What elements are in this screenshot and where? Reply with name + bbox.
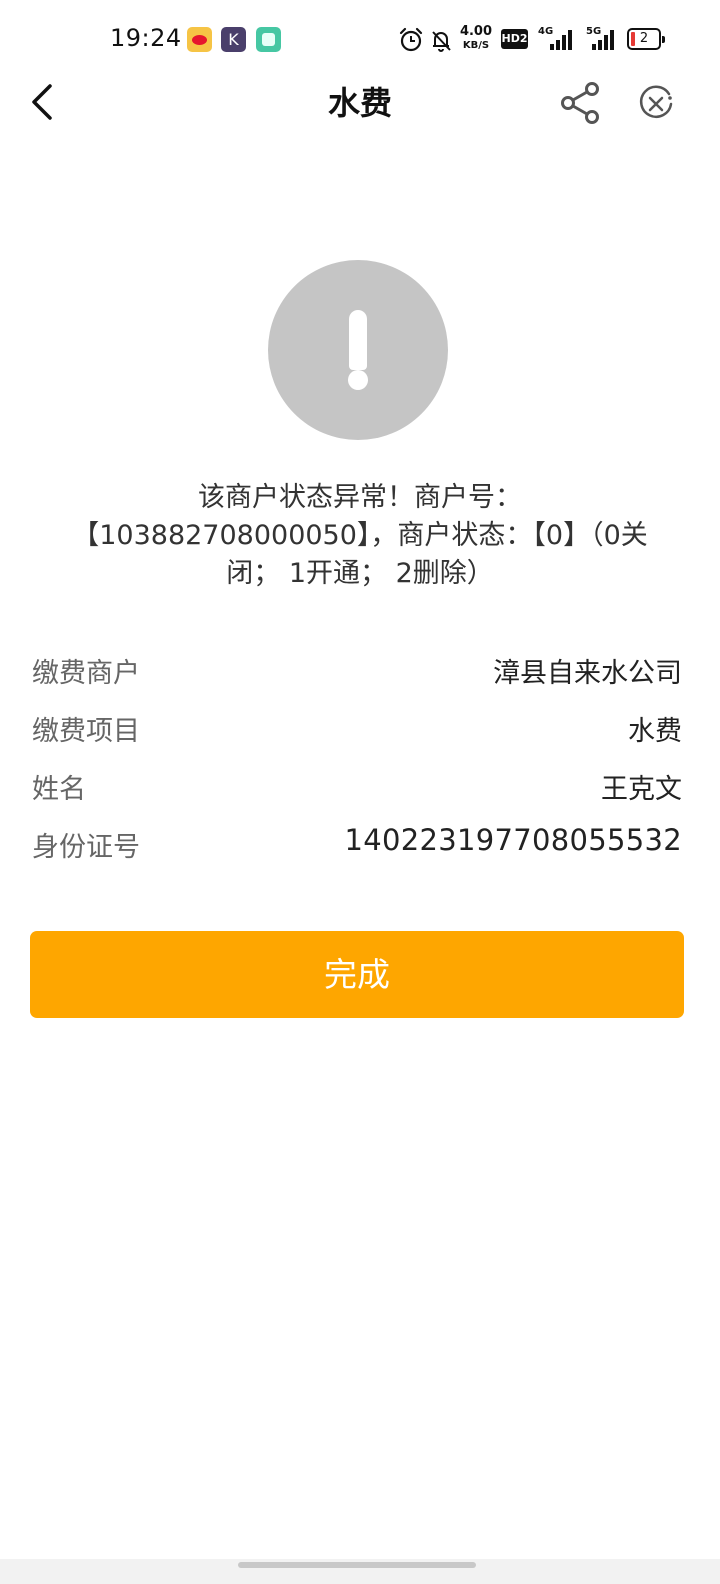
net-speed: 4.00 KB/S	[458, 25, 494, 53]
share-icon	[561, 82, 599, 124]
close-button[interactable]	[636, 84, 676, 124]
payment-info-list: 缴费商户 漳县自来水公司 缴费项目 水费 姓名 王克文 身份证号 1402231…	[32, 643, 682, 875]
weibo-icon	[187, 27, 212, 52]
mute-bell-icon	[432, 31, 451, 52]
battery-icon: 2	[627, 28, 665, 50]
warning-icon	[268, 260, 448, 440]
done-button[interactable]: 完成	[30, 931, 684, 1018]
info-value: 王克文	[601, 774, 682, 805]
error-message-line-2: 【103882708000050】，商户状态：【0】（0关	[72, 520, 648, 551]
signal-5g-label: 5G	[586, 26, 602, 37]
info-label: 姓名	[32, 774, 86, 805]
info-label: 身份证号	[32, 832, 140, 863]
info-row-item: 缴费项目 水费	[32, 701, 682, 759]
battery-level: 2	[639, 31, 649, 46]
hd-badge: HD2	[501, 29, 528, 49]
exclamation-icon	[349, 310, 367, 370]
info-label: 缴费商户	[32, 658, 140, 689]
signal-5g-icon: 5G	[580, 26, 614, 52]
error-message-line-1: 该商户状态异常！商户号：	[198, 482, 522, 513]
close-circle-icon	[639, 85, 673, 118]
k-app-icon: K	[221, 27, 246, 52]
info-label: 缴费项目	[32, 716, 140, 747]
chevron-left-icon	[32, 84, 52, 120]
error-message: 该商户状态异常！商户号： 【103882708000050】，商户状态：【0】（…	[30, 479, 690, 593]
info-value: 140223197708055532	[344, 823, 682, 857]
signal-4g-label: 4G	[538, 26, 554, 37]
info-row-merchant: 缴费商户 漳县自来水公司	[32, 643, 682, 701]
signal-4g-icon: 4G	[538, 26, 572, 52]
home-indicator[interactable]	[238, 1562, 476, 1568]
page-title: 水费	[327, 84, 392, 122]
info-row-name: 姓名 王克文	[32, 759, 682, 817]
share-button[interactable]	[558, 80, 604, 126]
net-speed-value: 4.00	[459, 24, 493, 39]
error-message-line-3: 闭； 1开通； 2删除）	[226, 558, 494, 589]
nav-bar: 水费	[0, 70, 720, 136]
back-button[interactable]	[22, 80, 66, 124]
status-time: 19:24	[110, 24, 182, 52]
info-value: 水费	[628, 716, 682, 747]
net-speed-unit: KB/S	[462, 40, 490, 51]
green-app-icon	[256, 27, 281, 52]
alarm-icon	[399, 27, 423, 52]
info-value: 漳县自来水公司	[493, 658, 682, 689]
info-row-id-number: 身份证号 140223197708055532	[32, 817, 682, 875]
status-bar: 19:24 K 4.00 KB/S HD2 4G 5G 2	[0, 0, 720, 80]
